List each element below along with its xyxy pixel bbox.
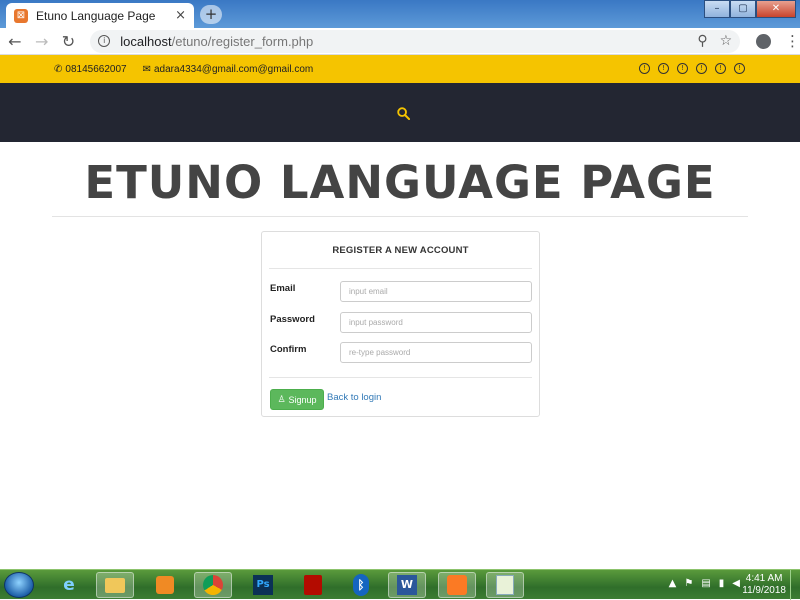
forward-arrow-icon[interactable]: → xyxy=(30,32,54,51)
maximize-button[interactable]: ▢ xyxy=(730,0,756,18)
tab-close-icon[interactable]: × xyxy=(175,8,186,23)
email-label: Email xyxy=(270,283,296,294)
new-tab-button[interactable]: + xyxy=(200,5,222,24)
social-icon-4[interactable]: ! xyxy=(696,63,707,74)
heading-divider xyxy=(269,268,532,269)
tray-arrow-icon[interactable]: ▲ xyxy=(669,578,677,589)
explorer-icon[interactable] xyxy=(96,572,134,598)
register-heading: REGISTER A NEW ACCOUNT xyxy=(332,245,469,256)
password-field[interactable] xyxy=(340,312,532,333)
email-field[interactable] xyxy=(340,281,532,302)
chrome-icon[interactable] xyxy=(194,572,232,598)
taskbar-clock[interactable]: 4:41 AM 11/9/2018 xyxy=(742,573,786,597)
envelope-icon: ✉ xyxy=(142,63,151,75)
start-button[interactable] xyxy=(4,572,34,598)
window-controls: – ▢ ✕ xyxy=(704,0,796,18)
signup-label: Signup xyxy=(288,394,317,405)
url-path: /etuno/register_form.php xyxy=(171,33,314,49)
email-row: Email xyxy=(270,281,532,303)
social-icon-3[interactable]: ! xyxy=(677,63,688,74)
signal-icon[interactable]: ▮ xyxy=(719,578,725,589)
back-arrow-icon[interactable]: ← xyxy=(3,32,27,51)
address-bar[interactable]: i localhost/etuno/register_form.php ⚲ ☆ xyxy=(90,29,741,53)
email-address: adara4334@gmail.com@gmail.com xyxy=(153,63,314,75)
password-label: Password xyxy=(270,314,315,325)
register-panel: REGISTER A NEW ACCOUNT Email Password Co… xyxy=(261,231,540,417)
search-icon[interactable] xyxy=(397,107,410,120)
action-center-icon[interactable]: ⚑ xyxy=(684,578,693,589)
social-icons: ! ! ! ! ! ! xyxy=(639,63,745,74)
notepad-icon[interactable] xyxy=(486,572,524,598)
phone-number: 08145662007 xyxy=(65,63,127,75)
phone-icon: ✆ xyxy=(54,63,63,75)
show-desktop-button[interactable] xyxy=(790,570,800,600)
contact-topbar: ✆ 08145662007 ✉ adara4334@gmail.com@gmai… xyxy=(0,55,800,83)
browser-toolbar: ← → ↻ i localhost/etuno/register_form.ph… xyxy=(0,28,800,55)
clock-date: 11/9/2018 xyxy=(742,585,786,596)
confirm-password-field[interactable] xyxy=(340,342,532,363)
windows-taskbar: e Ps ᛒ W ▲ ⚑ ▤ ▮ ◀ 4:41 AM 11/9/2018 xyxy=(0,569,800,600)
main-navbar xyxy=(0,83,800,142)
user-icon: ♙ xyxy=(277,394,286,405)
network-icon[interactable]: ▤ xyxy=(701,578,710,589)
photoshop-icon[interactable]: Ps xyxy=(244,572,282,598)
media-player-icon[interactable] xyxy=(146,572,184,598)
close-window-button[interactable]: ✕ xyxy=(756,0,796,18)
contact-email: ✉ adara4334@gmail.com@gmail.com xyxy=(143,64,314,75)
social-icon-1[interactable]: ! xyxy=(639,63,650,74)
bluetooth-icon[interactable]: ᛒ xyxy=(342,572,380,598)
browser-menu-icon[interactable]: ⋮ xyxy=(785,32,800,50)
minimize-button[interactable]: – xyxy=(704,0,730,18)
page-title: ETUNO LANGUAGE PAGE xyxy=(84,156,716,209)
zoom-icon[interactable]: ⚲ xyxy=(697,33,707,49)
browser-tab[interactable]: ⊠ Etuno Language Page × xyxy=(6,3,194,28)
title-divider xyxy=(52,216,748,217)
confirm-row: Confirm xyxy=(270,342,532,364)
system-tray: ▲ ⚑ ▤ ▮ ◀ xyxy=(669,578,740,589)
tab-title: Etuno Language Page xyxy=(36,8,156,23)
clock-time: 4:41 AM xyxy=(745,573,783,584)
volume-icon[interactable]: ◀ xyxy=(732,578,740,589)
photoshop-label: Ps xyxy=(253,575,273,595)
form-divider xyxy=(269,377,532,378)
word-icon[interactable]: W xyxy=(388,572,426,598)
url-host: localhost xyxy=(120,33,172,49)
info-icon[interactable]: i xyxy=(98,35,111,47)
back-to-login-link[interactable]: Back to login xyxy=(327,392,381,403)
bookmark-star-icon[interactable]: ☆ xyxy=(720,33,733,49)
xampp-favicon-icon: ⊠ xyxy=(14,8,28,23)
password-row: Password xyxy=(270,312,532,334)
confirm-label: Confirm xyxy=(270,344,307,355)
url-text[interactable]: localhost/etuno/register_form.php xyxy=(120,34,685,49)
contact-phone: ✆ 08145662007 xyxy=(54,64,127,75)
social-icon-6[interactable]: ! xyxy=(734,63,745,74)
acrobat-icon[interactable] xyxy=(294,572,332,598)
ie-icon[interactable]: e xyxy=(50,572,88,598)
profile-avatar-icon[interactable] xyxy=(756,33,771,49)
browser-tab-strip: ⊠ Etuno Language Page × + – ▢ ✕ xyxy=(0,0,800,28)
social-icon-5[interactable]: ! xyxy=(715,63,726,74)
reload-icon[interactable]: ↻ xyxy=(57,32,81,51)
xampp-icon[interactable] xyxy=(438,572,476,598)
social-icon-2[interactable]: ! xyxy=(658,63,669,74)
signup-button[interactable]: ♙ Signup xyxy=(270,389,324,410)
word-label: W xyxy=(397,575,417,595)
